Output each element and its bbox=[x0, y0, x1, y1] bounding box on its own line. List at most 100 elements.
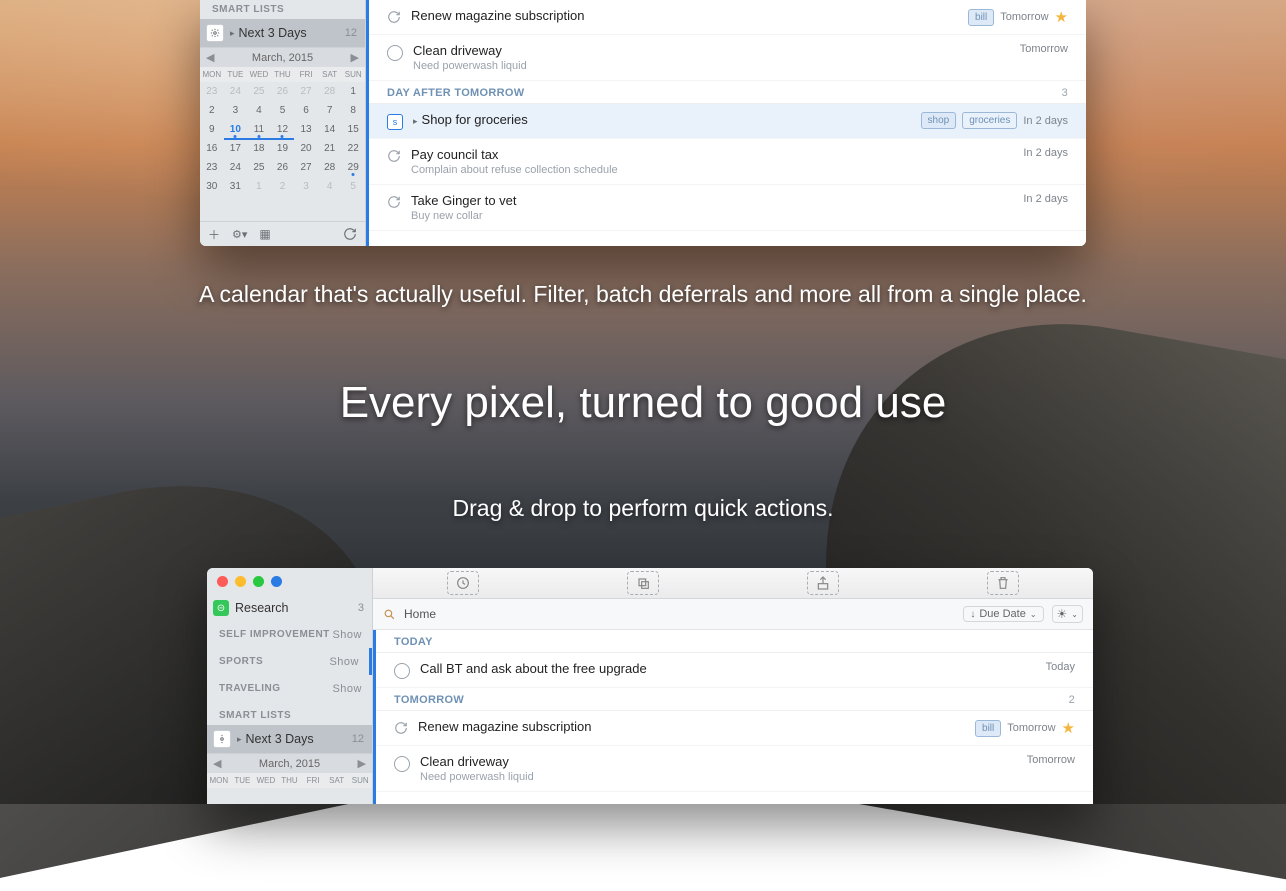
task-meta: billTomorrow★ bbox=[975, 719, 1075, 737]
calendar-day[interactable]: 14 bbox=[318, 120, 342, 139]
drop-zone-defer[interactable] bbox=[447, 571, 479, 595]
calendar-day[interactable]: 17 bbox=[224, 139, 248, 158]
calendar-day[interactable]: 28 bbox=[318, 82, 342, 101]
smart-lists-heading: SMART LISTS bbox=[207, 706, 372, 725]
task-tag[interactable]: shop bbox=[921, 112, 957, 129]
sidebar-item-count: 3 bbox=[358, 602, 364, 614]
calendar-day[interactable]: 20 bbox=[294, 139, 318, 158]
task-row[interactable]: Renew magazine subscriptionbillTomorrow★ bbox=[369, 0, 1086, 35]
search-icon bbox=[383, 608, 396, 621]
sidebar-category[interactable]: SELF IMPROVEMENTShow bbox=[207, 621, 372, 648]
task-due: Today bbox=[1046, 661, 1075, 673]
sidebar-category[interactable]: TRAVELINGShow bbox=[207, 675, 372, 702]
calendar-day[interactable]: 1 bbox=[247, 177, 271, 196]
task-row[interactable]: Take Ginger to vetBuy new collarIn 2 day… bbox=[369, 185, 1086, 231]
calendar-day[interactable]: 8 bbox=[341, 101, 365, 120]
task-row[interactable]: Renew magazine subscriptionbillTomorrow★ bbox=[376, 711, 1093, 746]
sync-button[interactable] bbox=[343, 227, 357, 241]
task-row[interactable]: Call BT and ask about the free upgradeTo… bbox=[376, 653, 1093, 688]
sidebar-item-next3days[interactable]: ▸ Next 3 Days 12 bbox=[200, 19, 365, 47]
calendar-dow: FRI bbox=[301, 773, 325, 788]
calendar-day[interactable]: 27 bbox=[294, 158, 318, 177]
calendar-day[interactable]: 22 bbox=[341, 139, 365, 158]
calendar-day[interactable]: 6 bbox=[294, 101, 318, 120]
calendar-day[interactable]: 26 bbox=[271, 158, 295, 177]
drop-zone-copy[interactable] bbox=[627, 571, 659, 595]
calendar-day[interactable]: 2 bbox=[200, 101, 224, 120]
calendar-day[interactable]: 25 bbox=[247, 82, 271, 101]
calendar-day[interactable]: 28 bbox=[318, 158, 342, 177]
minimize-window-button[interactable] bbox=[235, 576, 246, 587]
calendar-day[interactable]: 23 bbox=[200, 158, 224, 177]
calendar-day[interactable]: 24 bbox=[224, 82, 248, 101]
category-show-button[interactable]: Show bbox=[332, 629, 362, 641]
calendar-day[interactable]: 13 bbox=[294, 120, 318, 139]
calendar-day[interactable]: 15 bbox=[341, 120, 365, 139]
sidebar-item-next3days[interactable]: ▸ Next 3 Days 12 bbox=[207, 725, 372, 753]
calendar-next-button[interactable]: ▶ bbox=[358, 757, 366, 770]
settings-menu-button[interactable]: ⚙︎▾ bbox=[232, 228, 247, 241]
calendar-day[interactable]: 24 bbox=[224, 158, 248, 177]
group-title: TODAY bbox=[394, 636, 433, 648]
task-checkbox[interactable] bbox=[387, 45, 403, 61]
star-icon[interactable]: ★ bbox=[1055, 8, 1068, 26]
sort-button[interactable]: ↓ Due Date ⌄ bbox=[963, 606, 1043, 622]
calendar-prev-button[interactable]: ◀ bbox=[213, 757, 221, 770]
marketing-tagline-2: Drag & drop to perform quick actions. bbox=[0, 492, 1286, 525]
calendar-day[interactable]: 25 bbox=[247, 158, 271, 177]
drop-zone-trash[interactable] bbox=[987, 571, 1019, 595]
display-options-button[interactable]: ☀︎⌄ bbox=[1052, 605, 1083, 623]
task-tag[interactable]: bill bbox=[975, 720, 1001, 737]
calendar-day[interactable]: 4 bbox=[247, 101, 271, 120]
calendar-header: ◀ March, 2015 ▶ bbox=[207, 754, 372, 773]
calendar-day[interactable]: 16 bbox=[200, 139, 224, 158]
filter-text[interactable]: Home bbox=[404, 607, 955, 621]
task-tag[interactable]: groceries bbox=[962, 112, 1017, 129]
calendar-day[interactable]: 23 bbox=[200, 82, 224, 101]
calendar-day[interactable]: 11 bbox=[247, 120, 271, 139]
task-checkbox[interactable] bbox=[394, 756, 410, 772]
task-row[interactable]: Clean drivewayNeed powerwash liquidTomor… bbox=[369, 35, 1086, 81]
task-due: Tomorrow bbox=[1000, 11, 1048, 23]
calendar-day[interactable]: 12 bbox=[271, 120, 295, 139]
calendar-day[interactable]: 5 bbox=[271, 101, 295, 120]
category-show-button[interactable]: Show bbox=[332, 683, 362, 695]
task-due: In 2 days bbox=[1023, 115, 1068, 127]
category-show-button[interactable]: Show bbox=[329, 656, 359, 668]
calendar-prev-button[interactable]: ◀ bbox=[206, 51, 214, 64]
calendar-day[interactable]: 21 bbox=[318, 139, 342, 158]
close-window-button[interactable] bbox=[217, 576, 228, 587]
calendar-day[interactable]: 1 bbox=[341, 82, 365, 101]
task-row[interactable]: Pay council taxComplain about refuse col… bbox=[369, 139, 1086, 185]
sidebar-category[interactable]: SPORTSShow bbox=[207, 648, 372, 675]
calendar-toggle-button[interactable]: ▦ bbox=[259, 227, 270, 241]
add-button[interactable]: ＋ bbox=[208, 226, 220, 243]
calendar-next-button[interactable]: ▶ bbox=[351, 51, 359, 64]
calendar-day[interactable]: 29 bbox=[341, 158, 365, 177]
selection-checkbox[interactable]: s bbox=[387, 114, 403, 130]
calendar-day[interactable]: 7 bbox=[318, 101, 342, 120]
calendar-day[interactable]: 3 bbox=[224, 101, 248, 120]
star-icon[interactable]: ★ bbox=[1062, 719, 1075, 737]
calendar-day[interactable]: 31 bbox=[224, 177, 248, 196]
task-checkbox[interactable] bbox=[394, 663, 410, 679]
calendar-day[interactable]: 3 bbox=[294, 177, 318, 196]
fullscreen-window-button[interactable] bbox=[271, 576, 282, 587]
sidebar-item-research[interactable]: ⊝ Research 3 bbox=[207, 595, 372, 621]
zoom-window-button[interactable] bbox=[253, 576, 264, 587]
calendar-day[interactable]: 9 bbox=[200, 120, 224, 139]
task-tag[interactable]: bill bbox=[968, 9, 994, 26]
calendar-day[interactable]: 4 bbox=[318, 177, 342, 196]
drop-zone-share[interactable] bbox=[807, 571, 839, 595]
calendar-day[interactable]: 27 bbox=[294, 82, 318, 101]
task-row[interactable]: s▸Shop for groceriesshopgroceriesIn 2 da… bbox=[369, 104, 1086, 139]
calendar-day[interactable]: 26 bbox=[271, 82, 295, 101]
repeat-icon bbox=[387, 10, 401, 24]
calendar-day[interactable]: 30 bbox=[200, 177, 224, 196]
calendar-day[interactable]: 18 bbox=[247, 139, 271, 158]
task-row[interactable]: Clean drivewayNeed powerwash liquidTomor… bbox=[376, 746, 1093, 792]
calendar-day[interactable]: 19 bbox=[271, 139, 295, 158]
calendar-day[interactable]: 10 bbox=[224, 120, 248, 139]
calendar-day[interactable]: 2 bbox=[271, 177, 295, 196]
calendar-day[interactable]: 5 bbox=[341, 177, 365, 196]
